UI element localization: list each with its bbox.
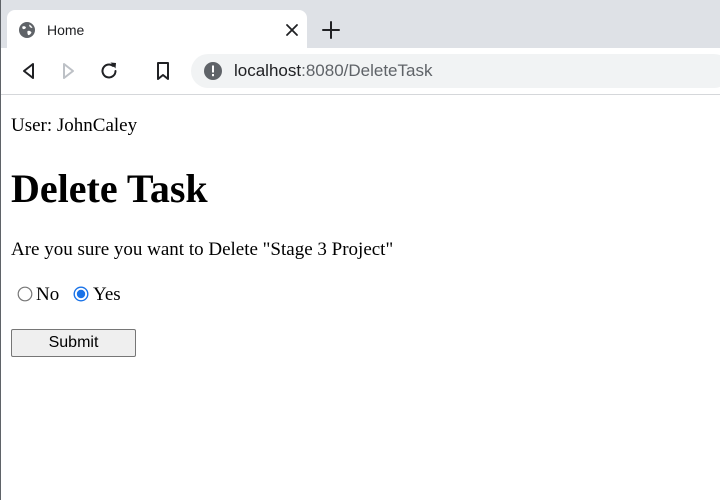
bookmark-icon[interactable] bbox=[151, 59, 175, 83]
radio-yes[interactable] bbox=[73, 286, 89, 302]
address-bar[interactable]: localhost:8080/DeleteTask bbox=[191, 54, 720, 88]
tab-strip: Home bbox=[1, 0, 720, 48]
browser-toolbar: localhost:8080/DeleteTask bbox=[1, 48, 720, 95]
radio-yes-label[interactable]: Yes bbox=[93, 284, 121, 306]
radio-no-label[interactable]: No bbox=[36, 284, 59, 306]
radio-no[interactable] bbox=[17, 286, 33, 302]
reload-icon[interactable] bbox=[97, 59, 121, 83]
submit-button[interactable]: Submit bbox=[11, 329, 136, 357]
info-icon[interactable] bbox=[203, 61, 223, 81]
url-text: localhost:8080/DeleteTask bbox=[234, 61, 432, 81]
url-path: :8080/DeleteTask bbox=[301, 61, 433, 80]
browser-tab[interactable]: Home bbox=[7, 10, 307, 48]
globe-icon bbox=[19, 22, 35, 38]
page-title: Delete Task bbox=[11, 166, 208, 211]
close-icon[interactable] bbox=[283, 21, 301, 39]
user-label: User: JohnCaley bbox=[11, 115, 138, 136]
forward-arrow-icon[interactable] bbox=[56, 59, 80, 83]
tab-title: Home bbox=[47, 22, 85, 38]
plus-icon[interactable] bbox=[319, 18, 343, 42]
confirm-question: Are you sure you want to Delete "Stage 3… bbox=[11, 239, 394, 260]
back-arrow-icon[interactable] bbox=[17, 59, 41, 83]
url-host: localhost bbox=[234, 61, 302, 80]
